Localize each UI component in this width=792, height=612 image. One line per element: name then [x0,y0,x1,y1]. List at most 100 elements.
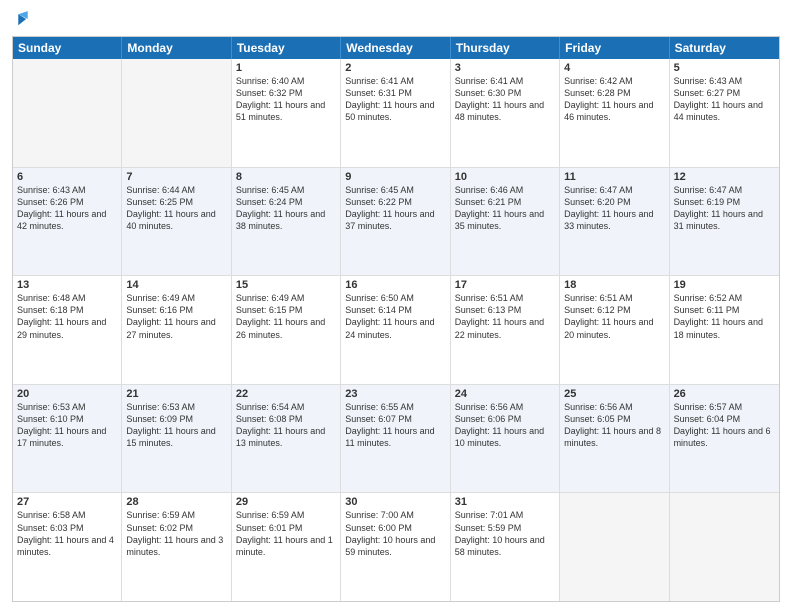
day-number: 12 [674,171,775,183]
cell-details: Sunrise: 7:00 AM Sunset: 6:00 PM Dayligh… [345,509,445,558]
logo-icon [12,8,34,30]
calendar-header-row: SundayMondayTuesdayWednesdayThursdayFrid… [13,37,779,59]
day-number: 14 [126,279,226,291]
day-number: 20 [17,388,117,400]
day-number: 27 [17,496,117,508]
day-number: 26 [674,388,775,400]
calendar-cell: 31Sunrise: 7:01 AM Sunset: 5:59 PM Dayli… [451,493,560,601]
day-number: 8 [236,171,336,183]
calendar-cell: 12Sunrise: 6:47 AM Sunset: 6:19 PM Dayli… [670,168,779,276]
cell-details: Sunrise: 6:59 AM Sunset: 6:01 PM Dayligh… [236,509,336,558]
calendar-cell: 24Sunrise: 6:56 AM Sunset: 6:06 PM Dayli… [451,385,560,493]
calendar-cell: 8Sunrise: 6:45 AM Sunset: 6:24 PM Daylig… [232,168,341,276]
calendar-cell: 26Sunrise: 6:57 AM Sunset: 6:04 PM Dayli… [670,385,779,493]
day-number: 18 [564,279,664,291]
day-number: 30 [345,496,445,508]
cell-details: Sunrise: 6:51 AM Sunset: 6:12 PM Dayligh… [564,292,664,341]
day-number: 31 [455,496,555,508]
cell-details: Sunrise: 6:43 AM Sunset: 6:27 PM Dayligh… [674,75,775,124]
calendar-cell: 29Sunrise: 6:59 AM Sunset: 6:01 PM Dayli… [232,493,341,601]
cell-details: Sunrise: 6:46 AM Sunset: 6:21 PM Dayligh… [455,184,555,233]
logo [12,10,36,30]
cell-details: Sunrise: 6:48 AM Sunset: 6:18 PM Dayligh… [17,292,117,341]
calendar-week-1: 1Sunrise: 6:40 AM Sunset: 6:32 PM Daylig… [13,59,779,167]
cell-details: Sunrise: 6:56 AM Sunset: 6:06 PM Dayligh… [455,401,555,450]
day-number: 23 [345,388,445,400]
calendar-cell: 10Sunrise: 6:46 AM Sunset: 6:21 PM Dayli… [451,168,560,276]
calendar-header-monday: Monday [122,37,231,59]
cell-details: Sunrise: 6:53 AM Sunset: 6:09 PM Dayligh… [126,401,226,450]
page: SundayMondayTuesdayWednesdayThursdayFrid… [0,0,792,612]
day-number: 15 [236,279,336,291]
day-number: 22 [236,388,336,400]
calendar-cell: 20Sunrise: 6:53 AM Sunset: 6:10 PM Dayli… [13,385,122,493]
calendar-cell: 1Sunrise: 6:40 AM Sunset: 6:32 PM Daylig… [232,59,341,167]
cell-details: Sunrise: 6:57 AM Sunset: 6:04 PM Dayligh… [674,401,775,450]
day-number: 21 [126,388,226,400]
calendar-cell: 3Sunrise: 6:41 AM Sunset: 6:30 PM Daylig… [451,59,560,167]
cell-details: Sunrise: 6:54 AM Sunset: 6:08 PM Dayligh… [236,401,336,450]
cell-details: Sunrise: 6:42 AM Sunset: 6:28 PM Dayligh… [564,75,664,124]
cell-details: Sunrise: 6:45 AM Sunset: 6:24 PM Dayligh… [236,184,336,233]
cell-details: Sunrise: 6:56 AM Sunset: 6:05 PM Dayligh… [564,401,664,450]
calendar-cell: 16Sunrise: 6:50 AM Sunset: 6:14 PM Dayli… [341,276,450,384]
day-number: 3 [455,62,555,74]
day-number: 29 [236,496,336,508]
calendar-week-3: 13Sunrise: 6:48 AM Sunset: 6:18 PM Dayli… [13,275,779,384]
calendar-cell: 2Sunrise: 6:41 AM Sunset: 6:31 PM Daylig… [341,59,450,167]
calendar-cell [13,59,122,167]
calendar-header-saturday: Saturday [670,37,779,59]
header [12,10,780,30]
calendar-cell: 11Sunrise: 6:47 AM Sunset: 6:20 PM Dayli… [560,168,669,276]
cell-details: Sunrise: 6:51 AM Sunset: 6:13 PM Dayligh… [455,292,555,341]
day-number: 16 [345,279,445,291]
cell-details: Sunrise: 6:41 AM Sunset: 6:30 PM Dayligh… [455,75,555,124]
day-number: 9 [345,171,445,183]
cell-details: Sunrise: 6:59 AM Sunset: 6:02 PM Dayligh… [126,509,226,558]
cell-details: Sunrise: 6:47 AM Sunset: 6:20 PM Dayligh… [564,184,664,233]
cell-details: Sunrise: 6:58 AM Sunset: 6:03 PM Dayligh… [17,509,117,558]
cell-details: Sunrise: 6:50 AM Sunset: 6:14 PM Dayligh… [345,292,445,341]
day-number: 1 [236,62,336,74]
calendar-cell: 14Sunrise: 6:49 AM Sunset: 6:16 PM Dayli… [122,276,231,384]
calendar-cell: 25Sunrise: 6:56 AM Sunset: 6:05 PM Dayli… [560,385,669,493]
cell-details: Sunrise: 6:55 AM Sunset: 6:07 PM Dayligh… [345,401,445,450]
day-number: 6 [17,171,117,183]
day-number: 13 [17,279,117,291]
cell-details: Sunrise: 6:45 AM Sunset: 6:22 PM Dayligh… [345,184,445,233]
calendar-header-friday: Friday [560,37,669,59]
calendar-cell: 28Sunrise: 6:59 AM Sunset: 6:02 PM Dayli… [122,493,231,601]
calendar-cell: 21Sunrise: 6:53 AM Sunset: 6:09 PM Dayli… [122,385,231,493]
day-number: 28 [126,496,226,508]
day-number: 11 [564,171,664,183]
cell-details: Sunrise: 6:40 AM Sunset: 6:32 PM Dayligh… [236,75,336,124]
calendar: SundayMondayTuesdayWednesdayThursdayFrid… [12,36,780,602]
calendar-cell: 30Sunrise: 7:00 AM Sunset: 6:00 PM Dayli… [341,493,450,601]
calendar-cell: 6Sunrise: 6:43 AM Sunset: 6:26 PM Daylig… [13,168,122,276]
day-number: 10 [455,171,555,183]
calendar-cell: 5Sunrise: 6:43 AM Sunset: 6:27 PM Daylig… [670,59,779,167]
cell-details: Sunrise: 6:43 AM Sunset: 6:26 PM Dayligh… [17,184,117,233]
day-number: 4 [564,62,664,74]
calendar-cell: 9Sunrise: 6:45 AM Sunset: 6:22 PM Daylig… [341,168,450,276]
calendar-cell: 18Sunrise: 6:51 AM Sunset: 6:12 PM Dayli… [560,276,669,384]
cell-details: Sunrise: 7:01 AM Sunset: 5:59 PM Dayligh… [455,509,555,558]
calendar-body: 1Sunrise: 6:40 AM Sunset: 6:32 PM Daylig… [13,59,779,601]
calendar-cell: 4Sunrise: 6:42 AM Sunset: 6:28 PM Daylig… [560,59,669,167]
day-number: 25 [564,388,664,400]
calendar-cell: 22Sunrise: 6:54 AM Sunset: 6:08 PM Dayli… [232,385,341,493]
day-number: 2 [345,62,445,74]
cell-details: Sunrise: 6:52 AM Sunset: 6:11 PM Dayligh… [674,292,775,341]
day-number: 5 [674,62,775,74]
cell-details: Sunrise: 6:49 AM Sunset: 6:16 PM Dayligh… [126,292,226,341]
calendar-cell: 27Sunrise: 6:58 AM Sunset: 6:03 PM Dayli… [13,493,122,601]
calendar-header-wednesday: Wednesday [341,37,450,59]
calendar-week-2: 6Sunrise: 6:43 AM Sunset: 6:26 PM Daylig… [13,167,779,276]
calendar-cell: 19Sunrise: 6:52 AM Sunset: 6:11 PM Dayli… [670,276,779,384]
day-number: 7 [126,171,226,183]
calendar-cell: 7Sunrise: 6:44 AM Sunset: 6:25 PM Daylig… [122,168,231,276]
day-number: 24 [455,388,555,400]
calendar-week-4: 20Sunrise: 6:53 AM Sunset: 6:10 PM Dayli… [13,384,779,493]
calendar-cell: 23Sunrise: 6:55 AM Sunset: 6:07 PM Dayli… [341,385,450,493]
calendar-cell: 13Sunrise: 6:48 AM Sunset: 6:18 PM Dayli… [13,276,122,384]
